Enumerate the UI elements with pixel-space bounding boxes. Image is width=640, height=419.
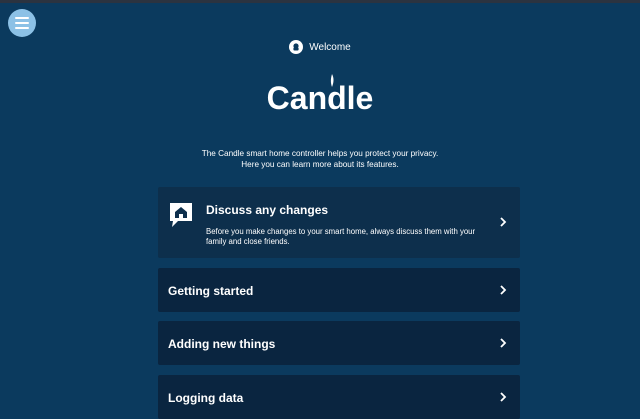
card-title: Logging data	[168, 391, 244, 405]
welcome-header[interactable]: Welcome	[0, 40, 640, 54]
chevron-right-icon	[500, 338, 507, 348]
welcome-label: Welcome	[309, 41, 351, 53]
card-logging-data[interactable]: Logging data	[158, 375, 520, 419]
card-discuss-changes[interactable]: Discuss any changes Before you make chan…	[158, 187, 520, 258]
card-title: Getting started	[168, 284, 254, 298]
card-title: Adding new things	[168, 337, 276, 351]
menu-button[interactable]	[8, 9, 36, 37]
card-title: Discuss any changes	[206, 203, 329, 217]
intro-text: The Candle smart home controller helps y…	[0, 148, 640, 170]
intro-line-2: Here you can learn more about its featur…	[241, 160, 399, 169]
logo-text: Candle	[266, 80, 374, 116]
card-description: Before you make changes to your smart ho…	[206, 227, 476, 246]
menu-icon-bar	[15, 22, 29, 24]
card-adding-new-things[interactable]: Adding new things	[158, 321, 520, 365]
chevron-right-icon	[500, 392, 507, 402]
candle-logo: Candle	[0, 74, 640, 117]
flame-icon	[330, 74, 334, 87]
chevron-right-icon	[500, 285, 507, 295]
welcome-icon	[289, 40, 304, 54]
top-border	[0, 0, 640, 3]
intro-line-1: The Candle smart home controller helps y…	[201, 149, 439, 158]
card-getting-started[interactable]: Getting started	[158, 268, 520, 312]
house-speech-icon	[170, 203, 192, 227]
menu-icon-bar	[15, 17, 29, 19]
chevron-right-icon	[500, 217, 507, 227]
menu-icon-bar	[15, 27, 29, 29]
